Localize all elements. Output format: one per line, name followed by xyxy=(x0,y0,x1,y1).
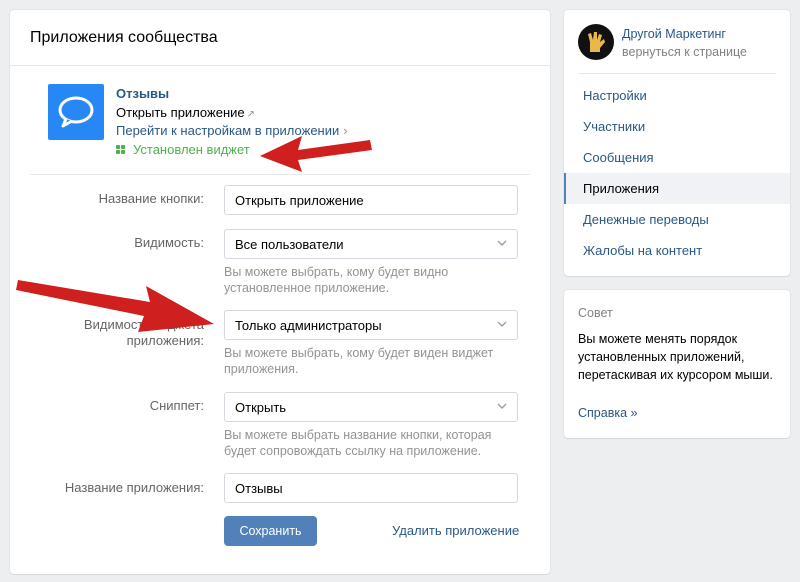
avatar[interactable] xyxy=(578,24,614,60)
widget-visibility-hint: Вы можете выбрать, кому будет виден видж… xyxy=(224,346,494,376)
sidebar-item-apps[interactable]: Приложения xyxy=(564,173,790,204)
open-app-link[interactable]: Открыть приложение ↗ xyxy=(116,105,255,120)
widget-status: Установлен виджет xyxy=(116,142,250,157)
group-name[interactable]: Другой Маркетинг xyxy=(622,27,726,41)
divider xyxy=(578,73,776,74)
sidebar-item-content-reports[interactable]: Жалобы на контент xyxy=(564,235,790,266)
visibility-value: Все пользователи xyxy=(235,236,344,252)
message-bubble-icon[interactable] xyxy=(48,84,104,140)
widget-visibility-label: Видимость виджета приложения: xyxy=(83,317,204,348)
snippet-value: Открыть xyxy=(235,399,287,415)
chevron-down-icon xyxy=(497,240,507,246)
visibility-label: Видимость: xyxy=(134,235,204,250)
widget-visibility-value: Только администраторы xyxy=(235,317,382,333)
tip-text: Вы можете менять порядок установленных п… xyxy=(578,332,773,382)
chevron-right-icon: › xyxy=(343,123,348,138)
chevron-down-icon xyxy=(497,403,507,409)
visibility-hint: Вы можете выбрать, кому будет видно уста… xyxy=(224,265,449,295)
sidebar: Другой Маркетинг вернуться к странице На… xyxy=(564,10,790,276)
app-settings-label: Перейти к настройкам в приложении xyxy=(116,123,340,138)
widget-status-label: Установлен виджет xyxy=(133,142,250,157)
delete-app-link[interactable]: Удалить приложение xyxy=(392,523,519,538)
app-info: Отзывы Открыть приложение ↗ Перейти к нас… xyxy=(48,84,508,174)
open-app-label: Открыть приложение xyxy=(116,105,245,120)
app-name-input[interactable]: Отзывы xyxy=(224,473,518,503)
snippet-hint: Вы можете выбрать название кнопки, котор… xyxy=(224,428,492,458)
chevron-down-icon xyxy=(497,321,507,327)
widget-icon xyxy=(116,145,125,154)
save-button[interactable]: Сохранить xyxy=(224,516,317,546)
app-settings-link[interactable]: Перейти к настройкам в приложении › xyxy=(116,123,348,138)
sidebar-item-settings[interactable]: Настройки xyxy=(564,80,790,111)
snippet-label: Сниппет: xyxy=(149,398,204,413)
visibility-select[interactable]: Все пользователи xyxy=(224,229,518,259)
button-name-input[interactable]: Открыть приложение xyxy=(224,185,518,215)
widget-visibility-select[interactable]: Только администраторы xyxy=(224,310,518,340)
app-name-label: Название приложения: xyxy=(64,480,204,495)
app-name-value: Отзывы xyxy=(235,480,283,496)
button-name-value: Открыть приложение xyxy=(235,192,364,208)
snippet-select[interactable]: Открыть xyxy=(224,392,518,422)
sidebar-item-money-transfers[interactable]: Денежные переводы xyxy=(564,204,790,235)
tip-title: Совет xyxy=(578,306,613,320)
page-title: Приложения сообщества xyxy=(10,10,550,66)
button-name-label: Название кнопки: xyxy=(98,191,204,206)
sidebar-item-members[interactable]: Участники xyxy=(564,111,790,142)
help-link[interactable]: Справка » xyxy=(578,406,637,420)
divider xyxy=(30,174,530,175)
app-name[interactable]: Отзывы xyxy=(116,86,169,101)
sidebar-item-messages[interactable]: Сообщения xyxy=(564,142,790,173)
tip-card: Совет Вы можете менять порядок установле… xyxy=(564,290,790,438)
external-link-icon: ↗ xyxy=(246,109,256,120)
app-settings-panel: Приложения сообщества Отзывы Открыть при… xyxy=(10,10,550,574)
back-to-page-link[interactable]: вернуться к странице xyxy=(622,45,747,59)
